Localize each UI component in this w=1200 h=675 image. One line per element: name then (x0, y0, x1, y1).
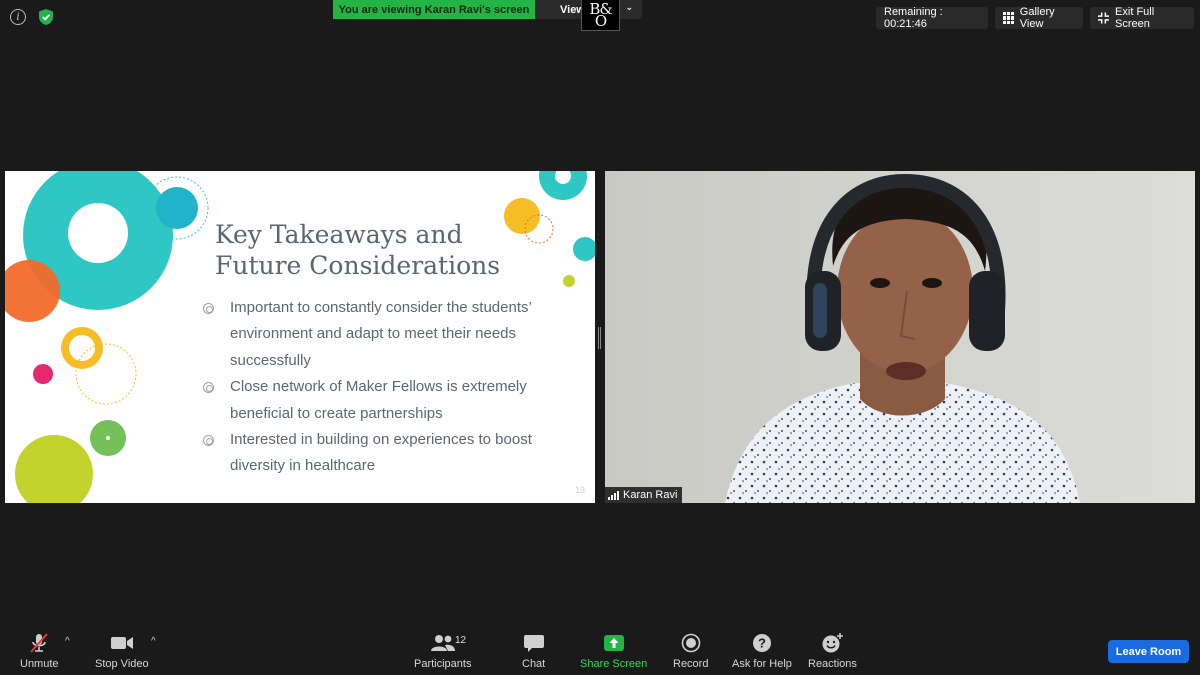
participant-name: Karan Ravi (623, 489, 678, 501)
participants-count: 12 (455, 635, 467, 646)
participants-label: Participants (414, 658, 472, 670)
participant-video-tile[interactable]: Karan Ravi (605, 171, 1195, 503)
participant-video-feed (605, 171, 1195, 503)
slide-title-line-2: Future Considerations (215, 251, 501, 280)
leave-room-button[interactable]: Leave Room (1108, 640, 1189, 663)
record-icon (681, 632, 701, 654)
logo-line-2: O (594, 12, 607, 30)
exit-fullscreen-icon (1098, 12, 1110, 24)
exit-full-screen-button[interactable]: Exit Full Screen (1090, 6, 1194, 30)
gallery-view-button[interactable]: Gallery View (995, 6, 1083, 30)
gallery-view-label: Gallery View (1019, 6, 1055, 30)
viewing-screen-banner: You are viewing Karan Ravi's screen (333, 0, 535, 19)
slide-bullet: Interested in building on experiences to… (203, 427, 563, 480)
chat-button[interactable]: Chat (522, 632, 545, 670)
audio-options-caret-icon[interactable]: ^ (65, 636, 70, 647)
svg-text:?: ? (758, 636, 766, 651)
reactions-label: Reactions (808, 658, 857, 670)
slide-title-line-1: Key Takeaways and (215, 220, 463, 249)
bullet-icon (203, 303, 214, 314)
grid-icon (1003, 12, 1014, 24)
slide-bullet: Close network of Maker Fellows is extrem… (203, 374, 563, 427)
bullet-text: Important to constantly consider the stu… (230, 299, 532, 369)
share-screen-label: Share Screen (580, 658, 648, 670)
shared-screen-slide: Key Takeaways and Future Considerations … (5, 171, 595, 503)
bullet-icon (203, 382, 214, 394)
share-screen-arrow-icon (603, 632, 625, 654)
chat-bubble-icon (523, 632, 545, 654)
exit-full-screen-label: Exit Full Screen (1115, 6, 1155, 30)
slide-page-number: 13 (574, 485, 585, 495)
stop-video-button[interactable]: Stop Video (95, 632, 149, 670)
video-camera-icon (110, 632, 134, 654)
record-button[interactable]: Record (673, 632, 708, 670)
participants-icon (430, 632, 456, 654)
bullet-text: Close network of Maker Fellows is extrem… (230, 378, 527, 422)
bullet-text: Interested in building on experiences to… (230, 431, 532, 475)
info-icon[interactable]: i (10, 9, 26, 25)
signal-strength-icon (608, 490, 619, 500)
smiley-plus-icon (820, 632, 844, 654)
record-label: Record (673, 658, 709, 670)
reactions-button[interactable]: Reactions (808, 632, 857, 670)
bullet-icon (203, 435, 214, 447)
stop-video-label: Stop Video (95, 658, 149, 670)
slide-bullet: Important to constantly consider the stu… (203, 295, 563, 374)
slide-bullet-list: Important to constantly consider the stu… (203, 295, 563, 480)
unmute-button[interactable]: Unmute (20, 632, 59, 670)
video-options-caret-icon[interactable]: ^ (151, 636, 156, 647)
help-question-icon: ? (752, 632, 772, 654)
muted-microphone-icon (28, 632, 50, 654)
slide-title: Key Takeaways and Future Considerations (215, 219, 555, 281)
split-resize-handle[interactable] (598, 327, 601, 349)
chat-label: Chat (522, 658, 546, 670)
remaining-time: Remaining : 00:21:46 (876, 6, 988, 30)
bo-logo: B& O (581, 0, 620, 31)
unmute-label: Unmute (20, 658, 59, 670)
ask-for-help-button[interactable]: ? Ask for Help (732, 632, 792, 670)
encryption-shield-icon[interactable] (38, 8, 54, 26)
participant-name-tag: Karan Ravi (605, 487, 683, 503)
chevron-down-icon: ⌄ (625, 2, 633, 12)
ask-for-help-label: Ask for Help (732, 658, 792, 670)
share-screen-button[interactable]: Share Screen (580, 632, 647, 670)
